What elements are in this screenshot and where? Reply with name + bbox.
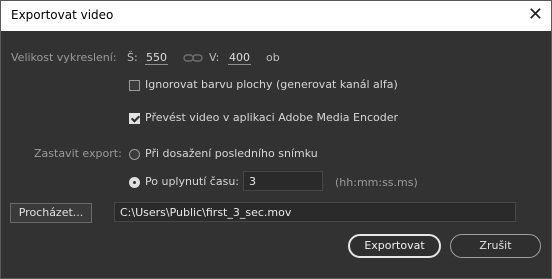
title-bar: Exportovat video ✕	[1, 1, 551, 31]
ignore-bg-label[interactable]: Ignorovat barvu plochy (generovat kanál …	[145, 78, 398, 91]
size-unit: ob	[266, 51, 280, 64]
close-icon[interactable]: ✕	[528, 5, 543, 25]
stop-export-label: Zastavit export:	[34, 147, 122, 160]
export-video-dialog: Exportovat video ✕ Velikost vykreslení: …	[0, 0, 552, 279]
time-format-hint: (hh:mm:ss.ms)	[335, 176, 418, 189]
width-label: Š:	[127, 51, 138, 64]
export-button[interactable]: Exportovat	[348, 234, 441, 258]
time-input[interactable]: 3	[243, 171, 323, 191]
cancel-button[interactable]: Zrušit	[450, 234, 541, 258]
after-time-radio[interactable]	[129, 177, 140, 188]
height-value[interactable]: 400	[228, 51, 251, 65]
last-frame-label[interactable]: Při dosažení posledního snímku	[145, 147, 318, 160]
browse-button[interactable]: Procházet...	[10, 203, 92, 223]
convert-video-checkbox[interactable]	[129, 113, 140, 124]
chain-link-icon[interactable]	[183, 54, 203, 62]
last-frame-radio[interactable]	[129, 149, 140, 160]
after-time-label[interactable]: Po uplynutí času:	[145, 175, 239, 188]
height-label: V:	[209, 51, 220, 64]
dialog-title: Exportovat video	[11, 8, 114, 22]
output-path-field[interactable]: C:\Users\Public\first_3_sec.mov	[114, 202, 516, 222]
width-value[interactable]: 550	[145, 51, 168, 65]
ignore-bg-checkbox[interactable]	[129, 80, 140, 91]
render-size-label: Velikost vykreslení:	[11, 51, 117, 64]
convert-video-label[interactable]: Převést video v aplikaci Adobe Media Enc…	[145, 111, 398, 124]
